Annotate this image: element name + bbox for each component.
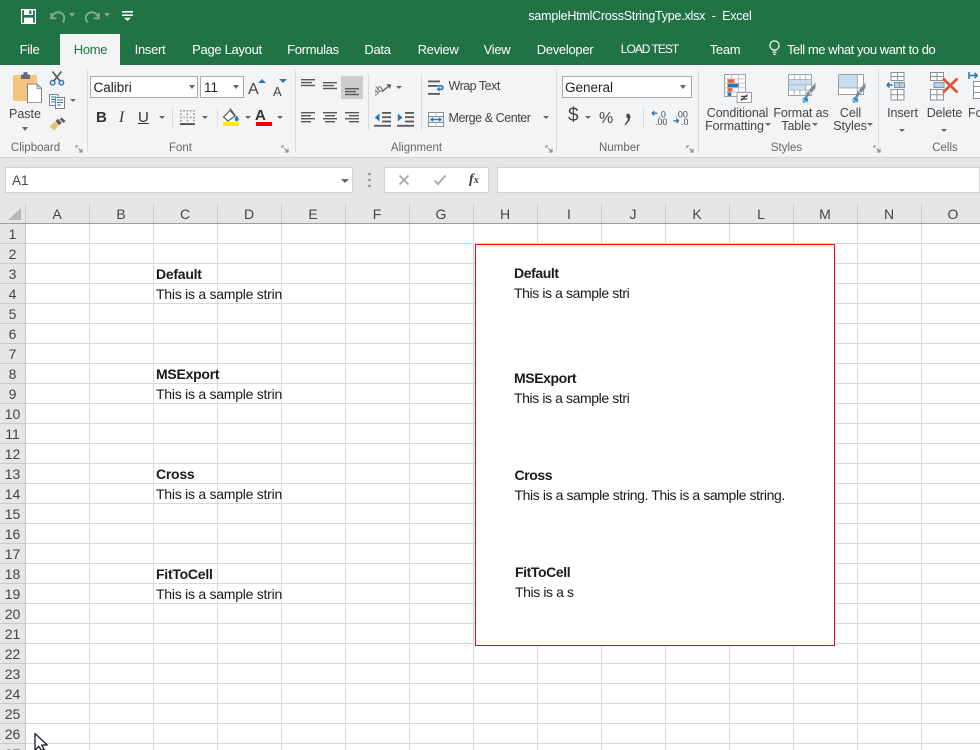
svg-text:.00: .00 bbox=[655, 117, 667, 125]
svg-text:.0: .0 bbox=[681, 117, 688, 125]
